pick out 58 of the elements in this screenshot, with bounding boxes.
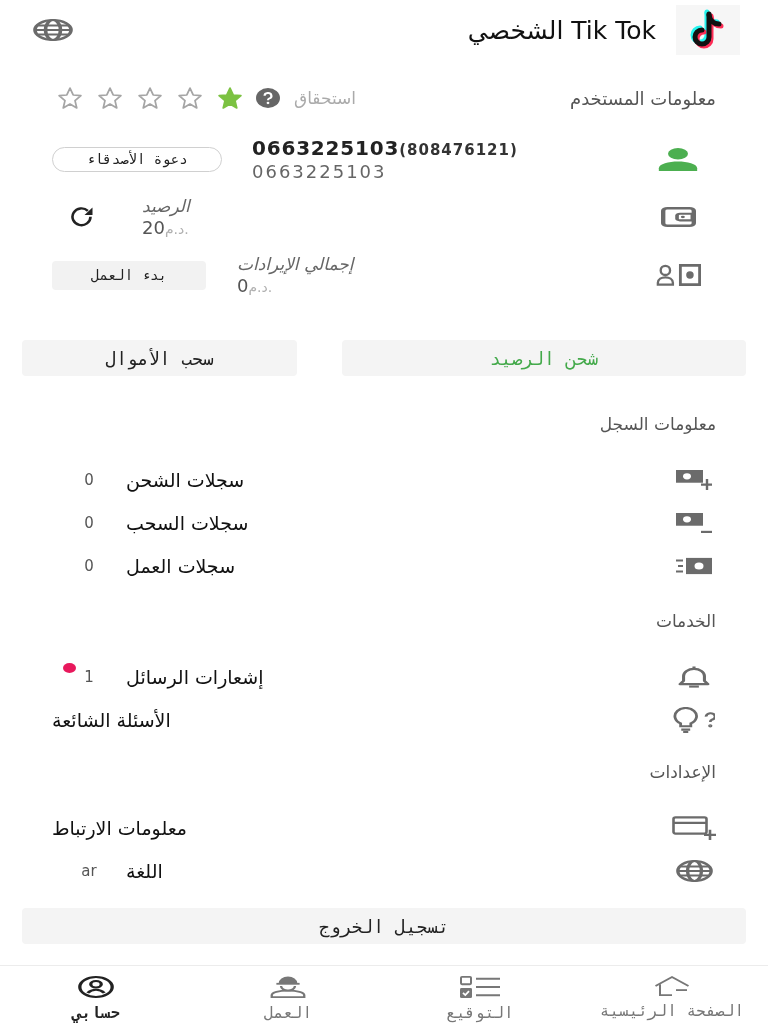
invite-friends-button[interactable]: دعوة الأصدقاء [52, 146, 222, 172]
home-icon [654, 976, 690, 996]
menu-item-label[interactable]: الأسئلة الشائعة [52, 708, 171, 731]
menu-item-label[interactable]: اللغة [126, 859, 163, 882]
nav-tab[interactable]: التوقيع [384, 966, 576, 1024]
username: 0663225103 [252, 161, 387, 182]
person-icon [658, 147, 698, 171]
star-icon [218, 87, 242, 109]
banknote-plus-icon [676, 469, 712, 490]
nav-tab[interactable]: حسابي [0, 966, 192, 1024]
menu-item-label[interactable]: سجلات العمل [126, 554, 236, 577]
card-plus-icon [672, 815, 716, 840]
star-icon [178, 87, 202, 109]
eligibility-label: استحقاق [294, 88, 357, 108]
nav-tab[interactable]: الصفحة الرئيسية [576, 966, 768, 1024]
item-value: ar [81, 861, 97, 880]
item-value: 0 [84, 470, 94, 489]
currency-label: د.م. [164, 221, 189, 237]
start-work-button[interactable]: بدء العمل [52, 260, 206, 290]
account-id: (808476121) [399, 141, 518, 159]
checklist-icon [460, 976, 500, 998]
action-button[interactable]: سحب الأموال [22, 340, 297, 376]
currency-label: د.م. [248, 279, 273, 295]
banknote-icon [676, 556, 712, 575]
music-note-icon [676, 5, 740, 55]
menu-item-label[interactable]: إشعارات الرسائل [126, 665, 264, 688]
section-title: الإعدادات [649, 762, 716, 782]
person-banknote-icon [655, 264, 701, 286]
logout-button[interactable]: تسجيل الخروج [22, 908, 746, 944]
item-value: 0 [84, 556, 94, 575]
balance-label: الرصيد [142, 196, 190, 216]
menu-item-label[interactable]: سجلات السحب [126, 511, 249, 534]
star-icon [98, 87, 122, 109]
section-title: الخدمات [655, 611, 716, 631]
bell-icon [678, 665, 710, 688]
menu-item-label[interactable]: سجلات الشحن [126, 468, 245, 491]
app-title: Tik Tok الشخصي [467, 15, 656, 45]
item-value: 1 [84, 667, 94, 686]
balance-amount: 20 [142, 217, 165, 238]
wallet-icon [660, 207, 696, 227]
account-icon [78, 976, 114, 998]
banknote-minus-icon [676, 512, 712, 533]
section-title: معلومات المستخدم [570, 87, 716, 109]
refresh-icon[interactable] [71, 207, 93, 227]
menu-item-label[interactable]: معلومات الارتباط [52, 816, 187, 839]
earnings-label: إجمالي الإيرادات [237, 254, 354, 274]
item-value: 0 [84, 513, 94, 532]
globe-icon [675, 859, 713, 882]
globe-icon[interactable] [33, 19, 73, 41]
earnings-amount: 0 [237, 275, 249, 296]
worker-icon [270, 976, 306, 998]
phone-number: 0663225103 [252, 136, 400, 160]
section-title: معلومات السجل [599, 414, 716, 434]
nav-tab[interactable]: العمل [192, 966, 384, 1024]
star-icon [58, 87, 82, 109]
lightbulb-question-icon [673, 706, 715, 733]
help-icon[interactable] [256, 88, 280, 108]
star-icon [138, 87, 162, 109]
